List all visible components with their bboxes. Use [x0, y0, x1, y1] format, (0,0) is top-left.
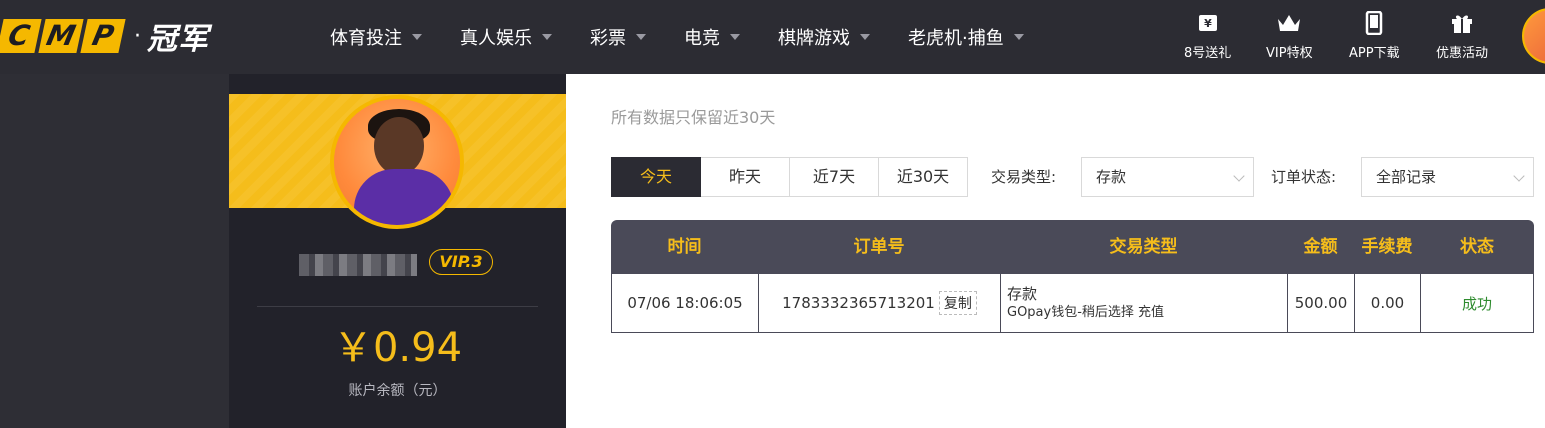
logo-brand: 冠军 [147, 22, 209, 57]
nav-label: 老虎机·捕鱼 [908, 28, 1004, 49]
logo-cmp: C M P [0, 19, 126, 53]
tx-type-value: 存款 [1096, 168, 1127, 186]
cell-time: 07/06 18:06:05 [612, 274, 759, 332]
tab-yesterday[interactable]: 昨天 [701, 157, 790, 197]
nav-label: 真人娱乐 [460, 28, 532, 49]
quick-link-app[interactable]: APP下载 [1349, 10, 1400, 61]
site-logo[interactable]: C M P · 冠军 [0, 16, 209, 57]
chevron-down-icon [730, 34, 740, 40]
col-order-no: 订单号 [853, 237, 905, 257]
chevron-down-icon [412, 34, 422, 40]
quick-link-promotions[interactable]: 优惠活动 [1436, 10, 1488, 61]
phone-icon [1361, 10, 1387, 36]
col-amount: 金额 [1303, 237, 1338, 257]
cell-amount: 500.00 [1288, 274, 1355, 332]
balance-label: 账户余额（元） [348, 383, 447, 399]
left-sidebar-background [0, 74, 229, 428]
tab-today[interactable]: 今天 [611, 157, 701, 197]
date-range-tabs: 今天 昨天 近7天 近30天 [611, 157, 968, 197]
copy-button[interactable]: 复制 [938, 291, 977, 315]
nav-label: 彩票 [590, 28, 626, 49]
logo-letter: M [38, 19, 84, 53]
nav-card-games[interactable]: 棋牌游戏 [778, 24, 870, 50]
col-time: 时间 [667, 237, 702, 257]
quick-link-label: VIP特权 [1266, 46, 1313, 61]
table-row: 07/06 18:06:05 1783332365713201 复制 存款 GO… [611, 274, 1534, 333]
top-bar: C M P · 冠军 体育投注 真人娱乐 彩票 电竞 棋牌游戏 老虎机·捕鱼 ¥… [0, 0, 1545, 74]
tx-type-label: 交易类型: [991, 168, 1057, 186]
nav-label: 棋牌游戏 [778, 28, 850, 49]
quick-link-vip[interactable]: VIP特权 [1266, 10, 1313, 61]
chevron-down-icon [1513, 170, 1525, 182]
nav-live-casino[interactable]: 真人娱乐 [460, 24, 552, 50]
cell-order-no: 1783332365713201 复制 [759, 274, 1001, 332]
nav-label: 电竞 [684, 28, 720, 49]
tx-type-select[interactable]: 存款 [1081, 157, 1254, 197]
gift-yen-icon: ¥ [1195, 10, 1221, 36]
nav-lottery[interactable]: 彩票 [590, 24, 646, 50]
vip-badge: VIP.3 [429, 249, 493, 275]
tx-type: 存款 [1007, 285, 1038, 303]
username-blurred [299, 254, 417, 276]
cell-tx-type: 存款 GOpay钱包-稍后选择 充值 [1001, 274, 1288, 332]
gift-box-icon [1449, 10, 1475, 36]
chevron-down-icon [636, 34, 646, 40]
crown-icon [1276, 10, 1302, 36]
svg-text:¥: ¥ [1204, 17, 1212, 30]
profile-avatar[interactable] [330, 95, 464, 229]
table-header: 时间 订单号 交易类型 金额 手续费 状态 [611, 220, 1534, 274]
nav-label: 体育投注 [330, 28, 402, 49]
quick-link-label: 优惠活动 [1436, 46, 1489, 61]
tab-last-30-days[interactable]: 近30天 [879, 157, 968, 197]
chevron-down-icon [1233, 170, 1245, 182]
chevron-down-icon [860, 34, 870, 40]
quick-link-label: APP下载 [1349, 46, 1400, 61]
logo-letter: P [80, 19, 126, 53]
col-status: 状态 [1460, 237, 1494, 257]
nav-sports[interactable]: 体育投注 [330, 24, 422, 50]
col-tx-type: 交易类型 [1109, 237, 1178, 257]
chevron-down-icon [542, 34, 552, 40]
account-balance: ￥0.94 [332, 325, 463, 371]
order-status-value: 全部记录 [1376, 168, 1437, 186]
logo-dot: · [134, 23, 141, 49]
divider [257, 306, 538, 307]
profile-panel: VIP.3 ￥0.94 账户余额（元） [229, 74, 566, 428]
cell-status: 成功 [1461, 294, 1492, 313]
quick-link-gift[interactable]: ¥ 8号送礼 [1184, 10, 1231, 61]
user-avatar[interactable] [1522, 8, 1545, 64]
nav-slots-fishing[interactable]: 老虎机·捕鱼 [908, 24, 1024, 50]
nav-esports[interactable]: 电竞 [684, 24, 740, 50]
quick-link-label: 8号送礼 [1184, 46, 1232, 61]
col-fee: 手续费 [1361, 237, 1413, 257]
order-status-label: 订单状态: [1271, 168, 1337, 186]
logo-letter: C [0, 19, 42, 53]
main-nav: 体育投注 真人娱乐 彩票 电竞 棋牌游戏 老虎机·捕鱼 [330, 0, 1062, 74]
order-status-select[interactable]: 全部记录 [1361, 157, 1534, 197]
tx-type-detail: GOpay钱包-稍后选择 充值 [1007, 305, 1165, 320]
retention-note: 所有数据只保留近30天 [611, 108, 776, 127]
cell-fee: 0.00 [1355, 274, 1421, 332]
order-number: 1783332365713201 [782, 294, 935, 312]
chevron-down-icon [1013, 34, 1024, 40]
tab-last-7-days[interactable]: 近7天 [790, 157, 879, 197]
